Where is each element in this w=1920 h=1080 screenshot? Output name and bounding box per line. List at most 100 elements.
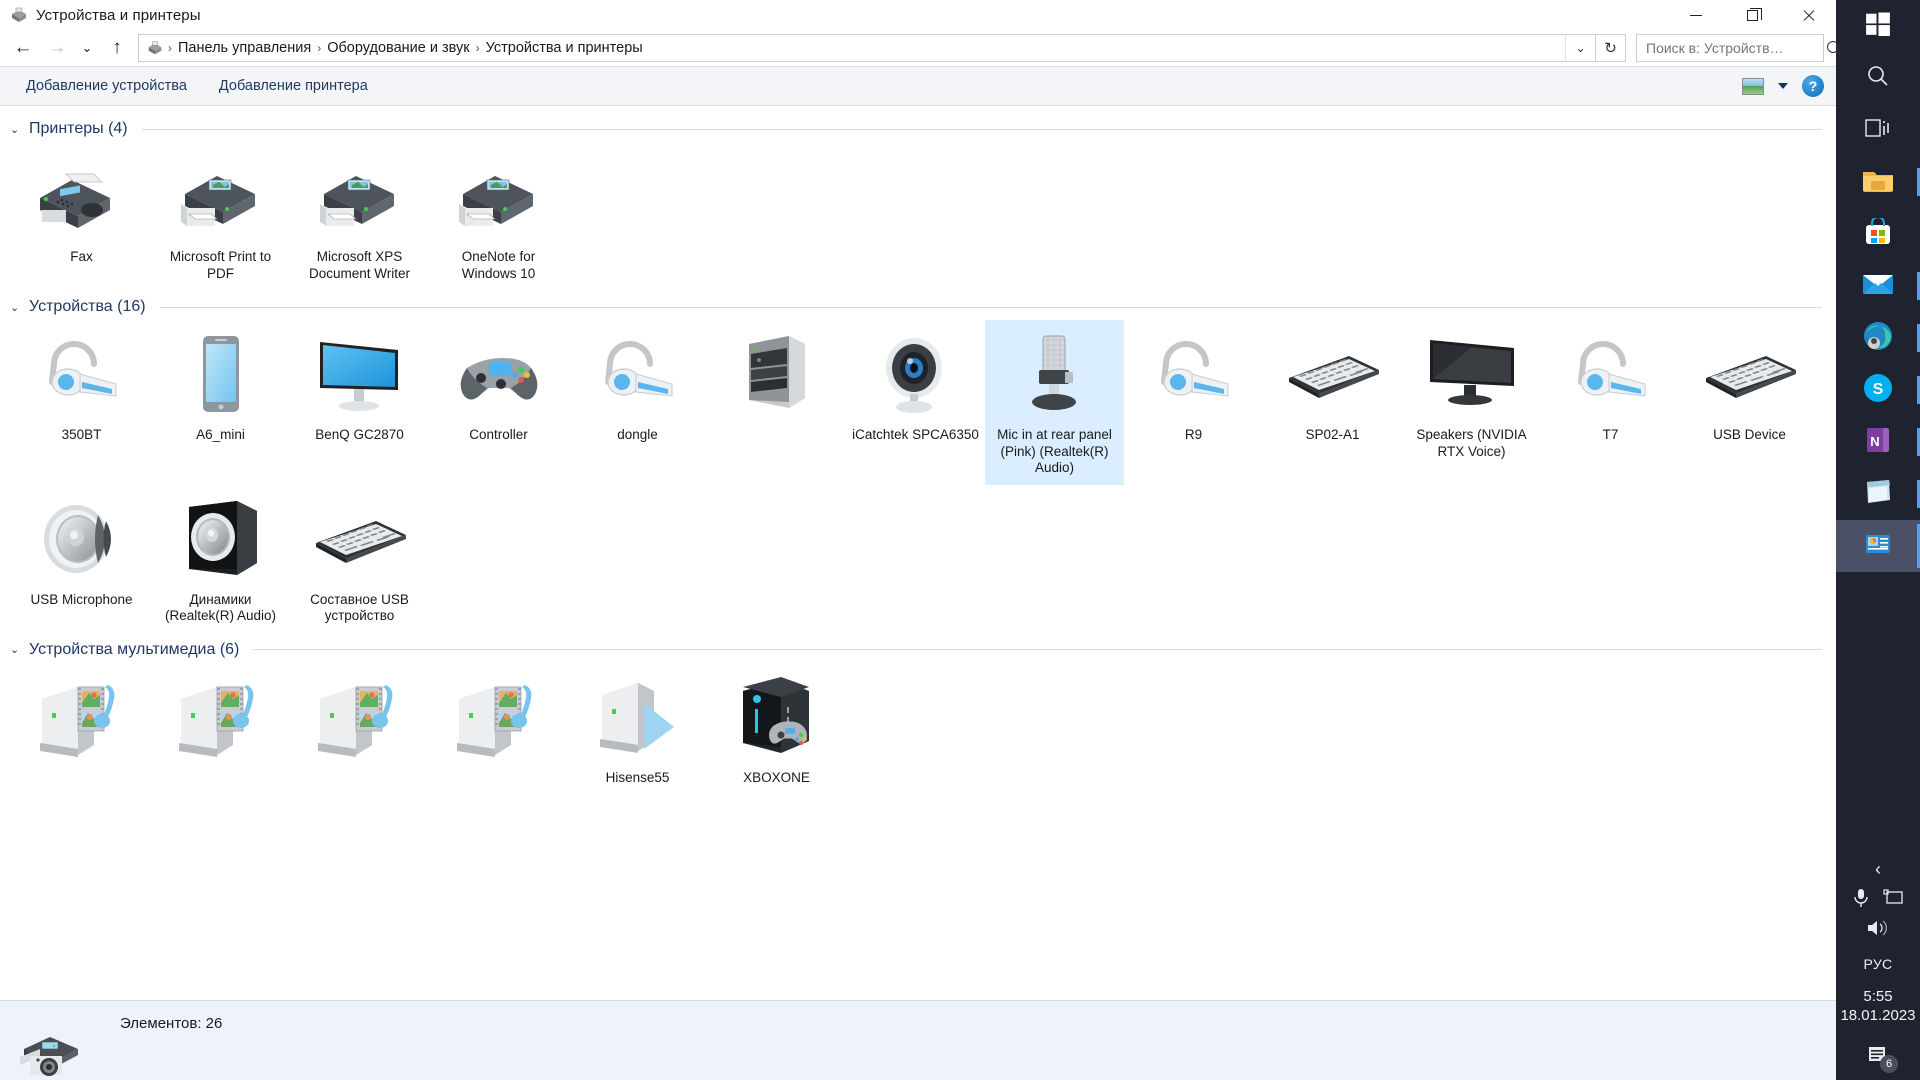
chevron-down-icon[interactable]: ⌄ [10,643,22,656]
start-button[interactable] [1836,0,1920,52]
add-printer-button[interactable]: Добавление принтера [209,73,378,99]
device-tile[interactable]: Controller [429,320,568,485]
forward-button[interactable]: → [40,33,74,63]
device-tile[interactable]: XBOXONE [707,663,846,795]
device-tile[interactable]: USB Microphone [12,485,151,633]
task-view-button[interactable] [1836,104,1920,156]
chevron-down-icon[interactable]: ⌄ [10,301,22,314]
file-explorer-button[interactable] [1836,156,1920,208]
folder-icon [1862,167,1894,198]
printer-icon [155,148,286,240]
printer-icon [433,148,564,240]
volume-icon[interactable] [1866,919,1890,942]
back-button[interactable]: ← [6,33,40,63]
edge-button[interactable] [1836,312,1920,364]
search-input[interactable] [1646,40,1827,56]
device-tile[interactable]: SP02-A1 [1263,320,1402,485]
close-button[interactable] [1780,0,1836,30]
breadcrumb-item-hardware-sound[interactable]: Оборудование и звук [323,40,473,56]
device-label: Динамики (Realtek(R) Audio) [164,591,277,624]
device-tile[interactable]: BenQ GC2870 [290,320,429,485]
address-field[interactable]: › Панель управления › Оборудование и зву… [138,34,1596,62]
display-icon[interactable] [1883,889,1903,912]
device-tile[interactable] [429,663,568,795]
device-label: Microsoft Print to PDF [169,249,272,281]
clock-date[interactable]: 18.01.2023 [1840,1007,1915,1024]
notifications-button[interactable]: 6 [1861,1040,1898,1073]
window-title: Устройства и принтеры [36,6,201,24]
device-tile[interactable]: Динамики (Realtek(R) Audio) [151,485,290,633]
device-tile[interactable]: Mic in at rear panel (Pink) (Realtek(R) … [985,320,1124,485]
devices-printers-button[interactable] [1836,520,1920,572]
device-tile[interactable]: Speakers (NVIDIA RTX Voice) [1402,320,1541,485]
media-server-icon [294,669,425,761]
bluetooth-headset-icon [1128,326,1259,418]
device-tile[interactable]: iCatchtek SPCA6350 [846,320,985,485]
tray-expand-button[interactable]: ‹ [1875,859,1881,880]
devices-content: ⌄ Принтеры (4) Fax Microsoft Print to PDF [0,106,1836,1000]
device-tile[interactable]: Microsoft Print to PDF [151,142,290,290]
section-header-multimedia[interactable]: ⌄ Устройства мультимедиа (6) [0,633,1836,663]
device-tile[interactable]: Hisense55 [568,663,707,795]
device-tile[interactable]: USB Device [1680,320,1819,485]
search-button[interactable] [1836,52,1920,104]
title-bar: Устройства и принтеры [0,0,1836,30]
skype-button[interactable]: S [1836,364,1920,416]
breadcrumb-item-control-panel[interactable]: Панель управления [174,40,315,56]
device-tile[interactable]: 350BT [12,320,151,485]
device-label: T7 [1602,427,1619,442]
device-tile[interactable]: dongle [568,320,707,485]
preview-pane-icon[interactable] [1742,77,1764,95]
chevron-down-icon[interactable]: ⌄ [1565,35,1595,61]
device-tile[interactable]: OneNote for Windows 10 [429,142,568,290]
monitor-icon [294,326,425,418]
search-box[interactable] [1636,34,1839,62]
device-tile[interactable] [290,663,429,795]
device-tile[interactable]: A6_mini [151,320,290,485]
device-tile[interactable]: T7 [1541,320,1680,485]
language-indicator[interactable]: РУС [1864,956,1893,972]
chevron-down-icon[interactable] [1778,83,1788,89]
breadcrumb-separator: › [317,41,322,55]
edge-browser-icon [1863,321,1893,356]
add-device-button[interactable]: Добавление устройства [16,73,197,99]
refresh-icon[interactable]: ↻ [1596,34,1626,62]
sticky-notes-button[interactable] [1836,468,1920,520]
device-tile[interactable] [707,320,846,485]
address-bar: ← → ⌄ ↑ › Панель управления › Оборудован… [0,30,1839,66]
system-tray: ‹ РУС 5:55 18.01.2023 6 [1836,859,1920,1080]
chevron-down-icon[interactable]: ⌄ [10,123,22,136]
section-items-printers: Fax Microsoft Print to PDF Microsoft XPS… [0,142,1836,290]
minimize-button[interactable] [1668,0,1724,30]
mail-button[interactable] [1836,260,1920,312]
section-header-printers[interactable]: ⌄ Принтеры (4) [0,112,1836,142]
device-label: SP02-A1 [1305,427,1360,442]
maximize-button[interactable] [1724,0,1780,30]
device-tile[interactable]: R9 [1124,320,1263,485]
printer-icon [294,148,425,240]
device-tile[interactable]: Fax [12,142,151,290]
up-button[interactable]: ↑ [100,33,134,63]
onenote-button[interactable]: N [1836,416,1920,468]
microsoft-store-button[interactable] [1836,208,1920,260]
help-button[interactable]: ? [1802,75,1824,97]
section-header-devices[interactable]: ⌄ Устройства (16) [0,290,1836,320]
device-label: Microsoft XPS Document Writer [308,249,411,281]
svg-text:S: S [1873,381,1884,398]
device-tile[interactable] [12,663,151,795]
device-tile[interactable]: Microsoft XPS Document Writer [290,142,429,290]
xbox-console-icon [711,669,842,761]
clock-time[interactable]: 5:55 [1863,988,1892,1005]
recent-locations-button[interactable]: ⌄ [74,33,100,63]
search-icon [1866,64,1890,93]
device-tile[interactable]: Составное USB устройство [290,485,429,633]
media-server-icon [433,669,564,761]
desktop-tower-icon [711,326,842,418]
breadcrumb-separator: › [168,41,172,55]
device-tile[interactable] [151,663,290,795]
breadcrumb-item-devices-printers[interactable]: Устройства и принтеры [482,40,647,56]
speaker-cone-icon [16,491,147,583]
microphone-icon[interactable] [1853,888,1869,913]
device-label: 350BT [61,427,102,442]
section-title: Устройства (16) [29,298,146,315]
